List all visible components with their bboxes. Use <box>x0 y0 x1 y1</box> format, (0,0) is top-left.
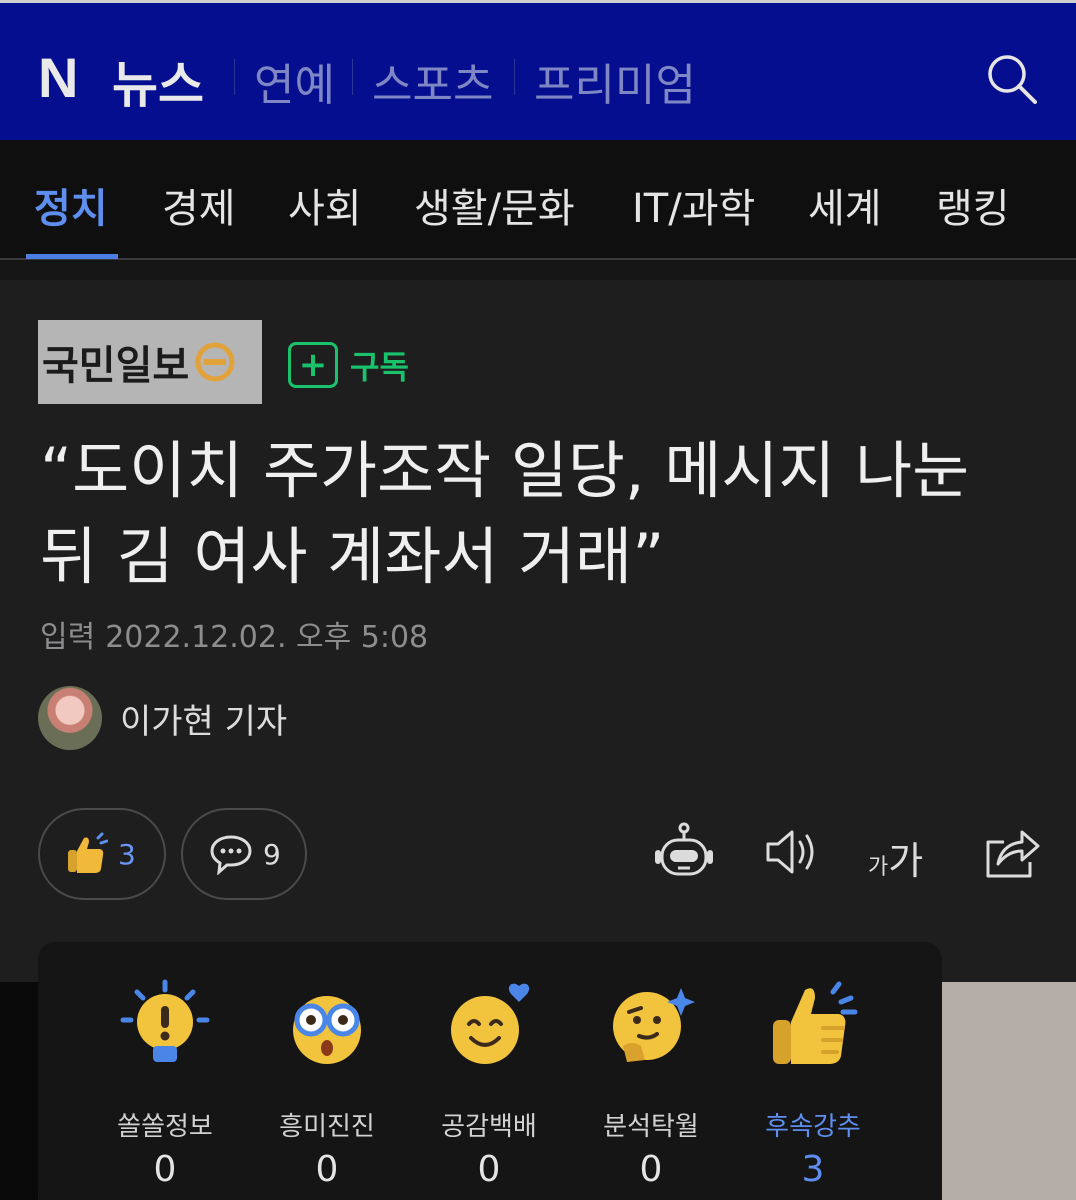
article-image-edge <box>942 982 1076 1200</box>
font-size-small: 가 <box>868 855 889 880</box>
plus-icon: + <box>288 342 338 388</box>
lightbulb-icon <box>120 979 210 1062</box>
naver-logo[interactable]: N <box>38 45 78 110</box>
reaction-useful-info[interactable]: 쏠쏠정보 0 <box>90 976 240 1190</box>
tab-politics[interactable]: 정치 <box>34 176 108 234</box>
subscribe-label: 구독 <box>350 348 409 386</box>
search-icon[interactable] <box>986 53 1038 105</box>
nav-premium[interactable]: 프리미엄 <box>534 49 696 113</box>
nav-divider <box>352 59 353 95</box>
section-divider <box>0 260 1076 280</box>
press-name: 국민일보 <box>42 343 190 389</box>
tab-ranking[interactable]: 랭킹 <box>936 176 1010 234</box>
robot-summary-icon[interactable] <box>652 820 716 884</box>
tab-life-culture[interactable]: 생활/문화 <box>414 176 575 234</box>
reaction-label: 분석탁월 <box>603 1112 699 1142</box>
reaction-label: 쏠쏠정보 <box>117 1112 213 1142</box>
article-image-edge <box>0 982 38 1200</box>
nav-divider <box>234 59 235 95</box>
reaction-analysis[interactable]: 분석탁월 0 <box>576 976 726 1190</box>
reaction-count: 3 <box>801 1149 825 1190</box>
thinking-face-icon <box>613 988 695 1062</box>
reaction-count: 0 <box>639 1149 663 1190</box>
reaction-count: 0 <box>153 1149 177 1190</box>
reaction-count: 3 <box>118 837 136 871</box>
date-value: 2022.12.02. 오후 5:08 <box>105 620 429 655</box>
nav-sports[interactable]: 스포츠 <box>372 49 493 113</box>
comment-button[interactable]: 9 <box>181 808 307 900</box>
headline-line-1: “도이치 주가조작 일당, 메시지 나눈 <box>40 434 970 507</box>
nav-entertainment[interactable]: 연예 <box>254 49 335 113</box>
tab-world[interactable]: 세계 <box>808 176 882 234</box>
font-size-large: 가 <box>888 839 924 883</box>
category-tabs: 정치 경제 사회 생활/문화 IT/과학 세계 랭킹 <box>0 140 1076 260</box>
font-size-button[interactable]: 가가 <box>868 830 923 885</box>
glasses-face-icon <box>293 996 361 1064</box>
news-home-link[interactable]: 뉴스 <box>112 45 204 117</box>
subscribe-button[interactable]: + 구독 <box>288 342 409 388</box>
reaction-label: 공감백배 <box>441 1112 537 1142</box>
share-icon[interactable] <box>980 820 1044 884</box>
press-logo[interactable]: 국민일보 <box>38 320 262 404</box>
avatar <box>38 686 102 750</box>
active-tab-indicator <box>26 254 118 259</box>
thumbs-up-icon <box>773 981 858 1064</box>
speaker-icon[interactable] <box>762 820 826 884</box>
nav-divider <box>514 59 515 95</box>
thumbs-up-icon <box>68 832 108 873</box>
tab-it-science[interactable]: IT/과학 <box>632 176 755 234</box>
reaction-label: 후속강추 <box>765 1112 861 1142</box>
press-emblem-icon <box>195 342 235 382</box>
reporter-name: 이가현 기자 <box>120 701 288 742</box>
reaction-intriguing[interactable]: 흥미진진 0 <box>252 976 402 1190</box>
reaction-count: 0 <box>315 1149 339 1190</box>
reaction-label: 흥미진진 <box>279 1112 375 1142</box>
smile-heart-icon <box>451 983 530 1064</box>
reaction-empathy[interactable]: 공감백배 0 <box>414 976 564 1190</box>
reaction-button[interactable]: 3 <box>38 808 166 900</box>
reaction-count: 0 <box>477 1149 501 1190</box>
date-label: 입력 <box>40 620 96 655</box>
tab-society[interactable]: 사회 <box>288 176 362 234</box>
reaction-follow-up[interactable]: 후속강추 3 <box>738 976 888 1190</box>
comment-count: 9 <box>263 837 281 871</box>
headline-line-2: 뒤 김 여사 계좌서 거래” <box>40 520 665 593</box>
top-header: N 뉴스 연예 스포츠 프리미엄 <box>0 0 1076 140</box>
comment-icon <box>210 835 252 875</box>
article-headline: “도이치 주가조작 일당, 메시지 나눈 뒤 김 여사 계좌서 거래” <box>40 428 1040 600</box>
publish-date: 입력 2022.12.02. 오후 5:08 <box>40 612 438 656</box>
tab-economy[interactable]: 경제 <box>162 176 236 234</box>
reporter-info[interactable]: 이가현 기자 <box>38 686 287 750</box>
